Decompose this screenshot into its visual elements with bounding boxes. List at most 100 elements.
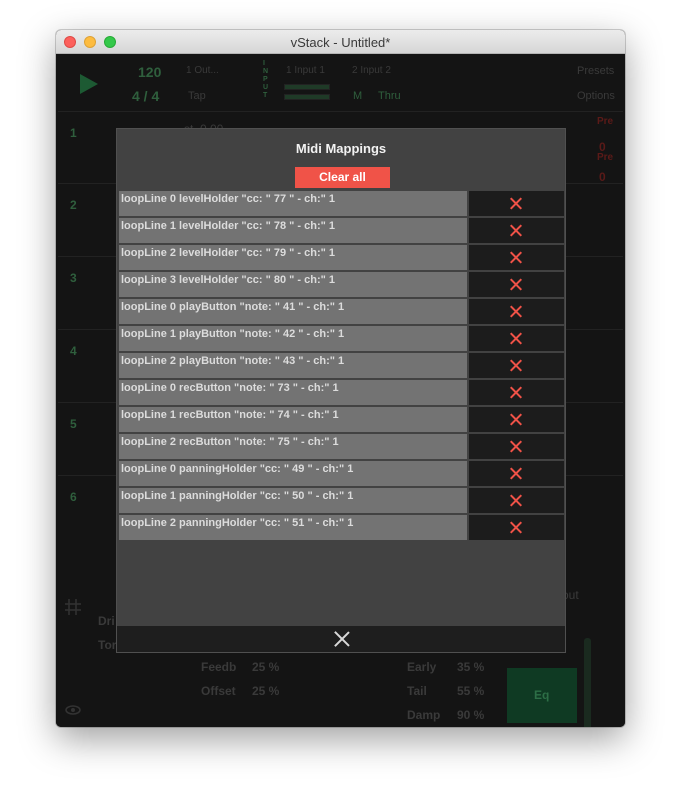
delete-mapping-button[interactable] <box>469 191 564 216</box>
tone-label: Tor <box>98 638 117 652</box>
delete-mapping-button[interactable] <box>469 380 564 405</box>
mapping-label: loopLine 2 panningHolder "cc: " 51 " - c… <box>119 515 467 540</box>
mapping-label: loopLine 3 levelHolder "cc: " 80 " - ch:… <box>119 272 467 297</box>
mapping-label: loopLine 1 levelHolder "cc: " 78 " - ch:… <box>119 218 467 243</box>
delete-x-icon <box>510 494 522 506</box>
clear-all-button[interactable]: Clear all <box>295 167 390 188</box>
feedb-label: Feedb <box>201 660 237 674</box>
mapping-row: loopLine 0 recButton "note: " 73 " - ch:… <box>119 380 565 407</box>
mapping-row: loopLine 1 panningHolder "cc: " 50 " - c… <box>119 488 565 515</box>
mapping-row: loopLine 0 panningHolder "cc: " 49 " - c… <box>119 461 565 488</box>
track-number: 2 <box>70 198 77 212</box>
delete-mapping-button[interactable] <box>469 272 564 297</box>
track-number: 5 <box>70 417 77 431</box>
options-button[interactable]: Options <box>577 90 615 102</box>
delete-x-icon <box>510 467 522 479</box>
volume-fader[interactable] <box>584 638 591 727</box>
mapping-row: loopLine 0 playButton "note: " 41 " - ch… <box>119 299 565 326</box>
tail-value[interactable]: 55 % <box>457 684 484 698</box>
delete-mapping-button[interactable] <box>469 326 564 351</box>
delete-x-icon <box>510 386 522 398</box>
delete-mapping-button[interactable] <box>469 353 564 378</box>
offset-value[interactable]: 25 % <box>252 684 279 698</box>
damp-value[interactable]: 90 % <box>457 708 484 722</box>
pre-label[interactable]: Pre <box>597 116 613 127</box>
mapping-row: loopLine 2 panningHolder "cc: " 51 " - c… <box>119 515 565 542</box>
mapping-label: loopLine 1 playButton "note: " 42 " - ch… <box>119 326 467 351</box>
tap-button[interactable]: Tap <box>188 90 206 102</box>
mapping-label: loopLine 0 playButton "note: " 41 " - ch… <box>119 299 467 324</box>
delete-mapping-button[interactable] <box>469 488 564 513</box>
mapping-list: loopLine 0 levelHolder "cc: " 77 " - ch:… <box>119 191 565 542</box>
mapping-row: loopLine 1 playButton "note: " 42 " - ch… <box>119 326 565 353</box>
mapping-label: loopLine 1 panningHolder "cc: " 50 " - c… <box>119 488 467 513</box>
early-label: Early <box>407 660 437 674</box>
window-title: vStack - Untitled* <box>290 35 391 50</box>
delete-x-icon <box>510 305 522 317</box>
play-icon[interactable] <box>80 74 98 94</box>
mapping-label: loopLine 2 levelHolder "cc: " 79 " - ch:… <box>119 245 467 270</box>
input-label: INPUT <box>263 60 269 99</box>
input2-select[interactable]: 2 Input 2 <box>352 65 391 76</box>
midi-mappings-dialog: Midi Mappings Clear all loopLine 0 level… <box>116 128 566 653</box>
delete-x-icon <box>510 224 522 236</box>
input-meter <box>284 84 330 90</box>
pre-label[interactable]: Pre <box>597 152 613 163</box>
delete-mapping-button[interactable] <box>469 515 564 540</box>
delete-x-icon <box>510 359 522 371</box>
monitor-m-button[interactable]: M <box>353 90 362 102</box>
delete-mapping-button[interactable] <box>469 407 564 432</box>
app-window: vStack - Untitled* 120 4 / 4 1 Out... Ta… <box>56 30 625 727</box>
delete-x-icon <box>510 332 522 344</box>
eye-icon[interactable] <box>65 705 81 715</box>
mapping-label: loopLine 0 panningHolder "cc: " 49 " - c… <box>119 461 467 486</box>
delete-mapping-button[interactable] <box>469 218 564 243</box>
mapping-label: loopLine 0 recButton "note: " 73 " - ch:… <box>119 380 467 405</box>
eq-label: Eq <box>534 688 550 702</box>
time-signature[interactable]: 4 / 4 <box>132 88 159 104</box>
mapping-row: loopLine 0 levelHolder "cc: " 77 " - ch:… <box>119 191 565 218</box>
mapping-row: loopLine 2 levelHolder "cc: " 79 " - ch:… <box>119 245 565 272</box>
pre-value: 0 <box>599 170 606 184</box>
dry-label: Dri <box>98 614 115 628</box>
grid-icon[interactable] <box>64 598 82 616</box>
mapping-row: loopLine 2 recButton "note: " 75 " - ch:… <box>119 434 565 461</box>
mapping-row: loopLine 1 recButton "note: " 74 " - ch:… <box>119 407 565 434</box>
mapping-label: loopLine 0 levelHolder "cc: " 77 " - ch:… <box>119 191 467 216</box>
tail-label: Tail <box>407 684 427 698</box>
delete-x-icon <box>510 521 522 533</box>
monitor-thru-button[interactable]: Thru <box>378 90 401 102</box>
mapping-label: loopLine 2 playButton "note: " 43 " - ch… <box>119 353 467 378</box>
input-meter-2 <box>284 94 330 100</box>
mapping-row: loopLine 2 playButton "note: " 43 " - ch… <box>119 353 565 380</box>
title-bar: vStack - Untitled* <box>56 30 625 54</box>
delete-x-icon <box>510 278 522 290</box>
early-value[interactable]: 35 % <box>457 660 484 674</box>
track-number: 1 <box>70 126 77 140</box>
close-icon <box>334 631 350 647</box>
delete-x-icon <box>510 413 522 425</box>
delete-x-icon <box>510 251 522 263</box>
eq-button[interactable]: Eq <box>507 668 577 723</box>
input1-select[interactable]: 1 Input 1 <box>286 65 325 76</box>
mapping-label: loopLine 1 recButton "note: " 74 " - ch:… <box>119 407 467 432</box>
delete-mapping-button[interactable] <box>469 299 564 324</box>
track-number: 3 <box>70 271 77 285</box>
dialog-title: Midi Mappings <box>295 141 387 156</box>
delete-mapping-button[interactable] <box>469 434 564 459</box>
bpm-value[interactable]: 120 <box>138 64 161 80</box>
delete-x-icon <box>510 197 522 209</box>
delete-mapping-button[interactable] <box>469 461 564 486</box>
track-number: 6 <box>70 490 77 504</box>
track-number: 4 <box>70 344 77 358</box>
delete-mapping-button[interactable] <box>469 245 564 270</box>
offset-label: Offset <box>201 684 236 698</box>
presets-button[interactable]: Presets <box>577 65 614 77</box>
mapping-label: loopLine 2 recButton "note: " 75 " - ch:… <box>119 434 467 459</box>
dialog-close-button[interactable] <box>117 626 565 652</box>
output-select[interactable]: 1 Out... <box>186 65 219 76</box>
damp-label: Damp <box>407 708 441 722</box>
delete-x-icon <box>510 440 522 452</box>
feedb-value[interactable]: 25 % <box>252 660 279 674</box>
mapping-row: loopLine 3 levelHolder "cc: " 80 " - ch:… <box>119 272 565 299</box>
